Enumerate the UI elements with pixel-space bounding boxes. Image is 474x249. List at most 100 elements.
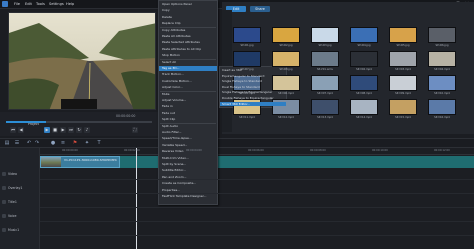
menu-file[interactable]: File xyxy=(14,2,20,6)
context-menu-item[interactable]: Copy Attributes xyxy=(162,28,216,33)
context-menu-item[interactable]: Split Clip xyxy=(162,117,216,122)
prev-frame-icon[interactable]: ◀ xyxy=(18,127,24,133)
media-thumbnail[interactable] xyxy=(350,27,378,43)
media-thumbnail[interactable] xyxy=(428,99,456,115)
next-frame-icon[interactable]: ▶ xyxy=(60,127,66,133)
context-menu-item[interactable]: Subtitle Editor... xyxy=(162,168,216,173)
menu-tools[interactable]: Tools xyxy=(36,2,45,6)
media-thumbnail[interactable] xyxy=(389,51,417,67)
media-thumbnail[interactable] xyxy=(389,75,417,91)
submenu-item[interactable]: Single Fisheye to Standard xyxy=(222,79,286,84)
submenu-item[interactable]: Smart 360 Editor... xyxy=(220,101,286,107)
media-thumbnail[interactable] xyxy=(350,75,378,91)
context-menu-item[interactable]: Replace Clip xyxy=(162,21,216,26)
media-thumbnail[interactable] xyxy=(272,27,300,43)
media-thumbnail[interactable] xyxy=(428,27,456,43)
context-menu-item[interactable]: Multi-trim Video... xyxy=(162,156,216,161)
context-menu-item[interactable]: Fade out xyxy=(162,111,216,116)
media-thumbnail[interactable] xyxy=(233,51,261,67)
media-thumbnail[interactable] xyxy=(350,51,378,67)
context-menu-item[interactable]: Adjust Volume... xyxy=(162,98,216,103)
media-thumbnail[interactable] xyxy=(311,27,339,43)
track-row[interactable] xyxy=(40,224,474,236)
submenu-item[interactable]: Equirectangular to Standard xyxy=(222,74,286,79)
end-icon[interactable]: ⏭ xyxy=(68,127,74,133)
track-row[interactable] xyxy=(40,196,474,208)
timeline-view-icon[interactable]: ☰ xyxy=(14,140,20,146)
menu-settings[interactable]: Settings xyxy=(49,2,64,6)
context-menu-item[interactable]: Delete xyxy=(162,15,216,20)
media-thumbnail-label: SP-I01.jpg xyxy=(240,44,254,47)
submenu-item[interactable]: Single Fisheye to Equirectangular xyxy=(222,90,286,95)
marker-icon[interactable]: ⚑ xyxy=(72,140,78,146)
track-type-icon xyxy=(2,228,6,232)
redo-icon[interactable]: ↷ xyxy=(34,140,40,146)
media-thumbnail[interactable] xyxy=(428,75,456,91)
context-menu-item[interactable]: Tag as 3D... xyxy=(159,66,217,71)
media-thumbnail[interactable] xyxy=(311,75,339,91)
menu-edit[interactable]: Edit xyxy=(25,2,32,6)
menu-separator xyxy=(160,26,216,28)
record-icon[interactable]: ● xyxy=(50,140,56,146)
media-thumbnail[interactable] xyxy=(428,51,456,67)
track-row[interactable] xyxy=(40,210,474,222)
volume-icon[interactable]: ♪ xyxy=(84,127,90,133)
tab-share[interactable]: Share xyxy=(250,6,270,12)
context-menu-item[interactable]: Adjust Color... xyxy=(162,85,216,90)
media-thumbnail[interactable] xyxy=(389,99,417,115)
context-menu-item[interactable]: Properties... xyxy=(162,188,216,193)
context-menu-item[interactable]: Fade in xyxy=(162,104,216,109)
ruler-tick-label: 00:00:08:00 xyxy=(310,149,326,152)
preview-window[interactable] xyxy=(8,12,156,110)
track-row[interactable] xyxy=(40,168,474,180)
context-menu-item[interactable]: Audio Filter... xyxy=(162,130,216,135)
media-thumbnail[interactable] xyxy=(233,27,261,43)
ruler-tick-label: 00:00:00:00 xyxy=(62,149,78,152)
undo-icon[interactable]: ↶ xyxy=(26,140,32,146)
storyboard-view-icon[interactable]: ▤ xyxy=(4,140,10,146)
ruler-tick-label: 00:00:06:00 xyxy=(248,149,264,152)
fullscreen-icon[interactable]: ⛶ xyxy=(132,127,138,133)
context-menu-item[interactable]: Open Options Panel xyxy=(162,2,216,7)
context-menu-item[interactable]: Variable Speed... xyxy=(162,143,216,148)
ruler-tick-label: 00:00:10:00 xyxy=(372,149,388,152)
media-thumbnail[interactable] xyxy=(272,51,300,67)
track-type-icon xyxy=(2,186,6,190)
context-menu-item[interactable]: Speed/Time-lapse... xyxy=(162,136,216,141)
context-menu-item[interactable]: Split by Scene... xyxy=(162,162,216,167)
context-menu-item[interactable]: Mute xyxy=(162,92,216,97)
home-icon[interactable]: ⏮ xyxy=(10,127,16,133)
repeat-icon[interactable]: ↻ xyxy=(76,127,82,133)
mixer-icon[interactable]: ≡ xyxy=(60,140,66,146)
subtitle-icon[interactable]: T xyxy=(96,140,102,146)
context-menu-item[interactable]: Paste Selected Attributes xyxy=(162,40,216,45)
submenu-item[interactable]: Dual Fisheye to Standard xyxy=(222,85,286,90)
motion-icon[interactable]: ✦ xyxy=(84,140,90,146)
media-thumbnail[interactable] xyxy=(350,99,378,115)
submenu-item[interactable]: Double Fisheye to Equirectangular xyxy=(222,96,286,101)
context-menu-item[interactable]: Split Audio xyxy=(162,124,216,129)
context-menu-item[interactable]: Reverse Video xyxy=(162,149,216,154)
submenu-item[interactable]: Insert as 360 xyxy=(222,68,286,73)
track-type-icon xyxy=(2,200,6,204)
context-menu-item[interactable]: Paste All Attributes xyxy=(162,34,216,39)
context-menu-item[interactable]: Select All xyxy=(162,60,216,65)
media-thumbnail-label: SP-V11.mp4 xyxy=(239,116,255,119)
context-menu-item[interactable]: Copy xyxy=(162,8,216,13)
context-menu-item[interactable]: Pan and Zoom... xyxy=(162,175,216,180)
media-thumbnail[interactable] xyxy=(311,51,339,67)
context-menu-item[interactable]: Create as Composite... xyxy=(162,181,216,186)
context-menu-item[interactable]: Track Motion... xyxy=(162,72,216,77)
context-menu-item[interactable]: Customize Motion... xyxy=(162,79,216,84)
context-menu-item[interactable]: FastFlick Template Designer... xyxy=(162,194,216,199)
track-row[interactable] xyxy=(40,182,474,194)
stop-icon[interactable]: ■ xyxy=(52,127,58,133)
media-thumbnail-label: SP-V04.mp4 xyxy=(434,68,450,71)
menu-help[interactable]: Help xyxy=(66,2,74,6)
play-icon[interactable]: ▶ xyxy=(44,127,50,133)
media-thumbnail[interactable] xyxy=(389,27,417,43)
media-thumbnail-label: SP-V13.mp4 xyxy=(317,116,333,119)
context-menu-item[interactable]: Paste Attributes to All Clip xyxy=(162,47,216,52)
context-menu-item[interactable]: Stop Motion xyxy=(162,53,216,58)
media-thumbnail[interactable] xyxy=(311,99,339,115)
